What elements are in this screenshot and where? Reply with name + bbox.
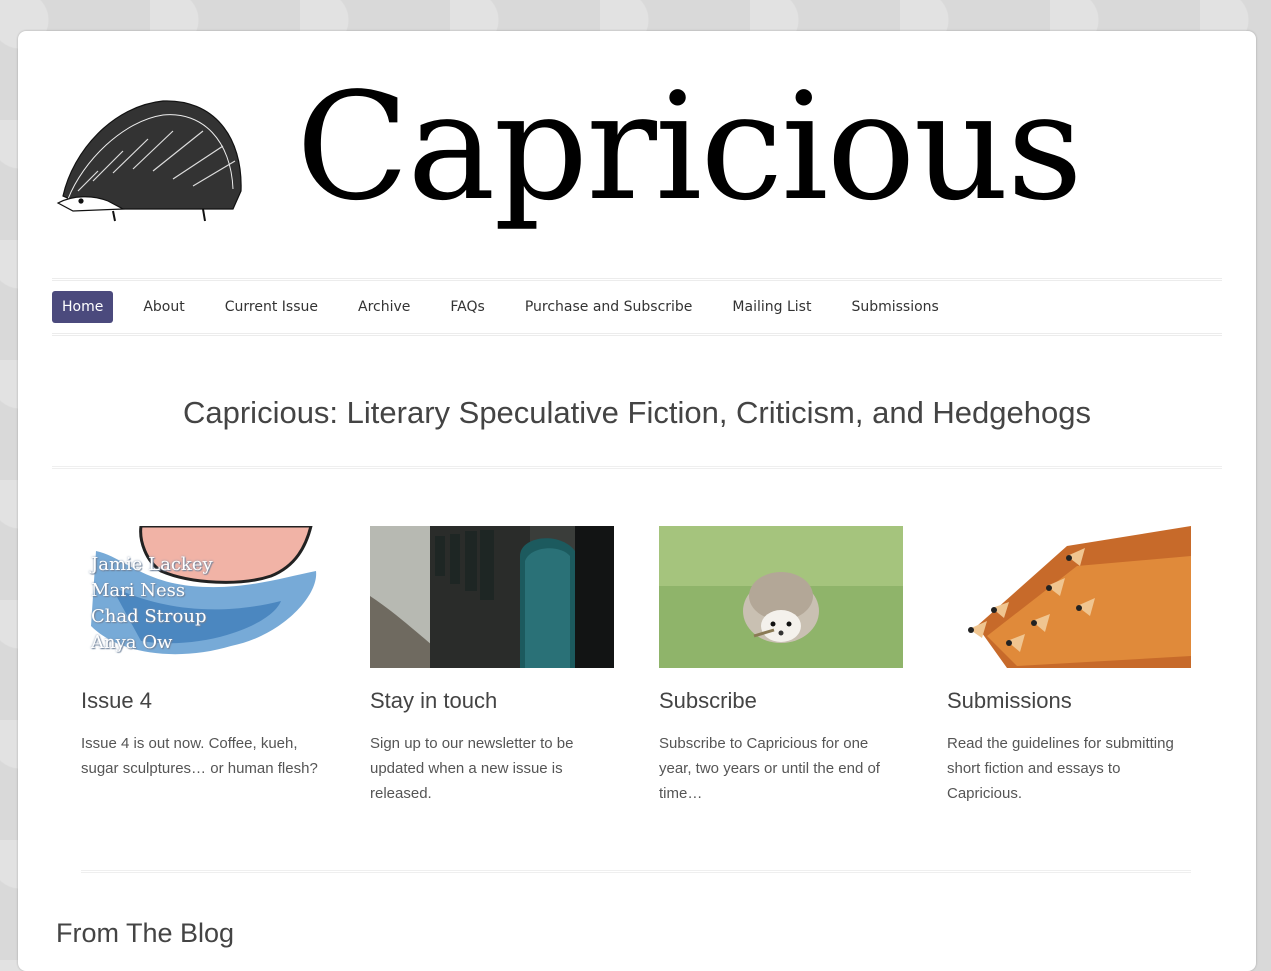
hedgehog-photo-image[interactable] bbox=[659, 526, 903, 668]
card-text: Issue 4 is out now. Coffee, kueh, sugar … bbox=[81, 735, 318, 777]
card-text: Sign up to our newsletter to be updated … bbox=[370, 735, 574, 802]
page-container: Capricious Home About Current Issue Arch… bbox=[18, 31, 1256, 971]
nav-item-purchase-subscribe[interactable]: Purchase and Subscribe bbox=[505, 291, 713, 323]
contributor-name: Anya Ow bbox=[91, 632, 173, 653]
mailbox-image[interactable] bbox=[370, 526, 614, 668]
nav-item-home[interactable]: Home bbox=[52, 291, 114, 323]
site-tagline: Capricious: Literary Speculative Fiction… bbox=[182, 395, 1091, 430]
card-title[interactable]: Stay in touch bbox=[370, 688, 614, 714]
issue-cover-image[interactable]: Jamie Lackey Mari Ness Chad Stroup Anya … bbox=[81, 526, 325, 668]
card-subscribe: Subscribe Subscribe to Capricious for on… bbox=[659, 526, 903, 806]
divider bbox=[52, 466, 1222, 469]
blog-section-title: From The Blog bbox=[56, 918, 235, 948]
card-submissions: Submissions Read the guidelines for subm… bbox=[947, 526, 1191, 806]
card-stay-in-touch: Stay in touch Sign up to our newsletter … bbox=[370, 526, 614, 806]
nav-item-current-issue[interactable]: Current Issue bbox=[205, 291, 338, 323]
nav-item-faqs[interactable]: FAQs bbox=[430, 291, 504, 323]
hedgehog-logo-icon[interactable] bbox=[53, 91, 248, 226]
card-text: Read the guidelines for submitting short… bbox=[947, 735, 1174, 802]
contributor-name: Chad Stroup bbox=[91, 606, 207, 627]
nav-item-about[interactable]: About bbox=[123, 291, 204, 323]
card-title[interactable]: Issue 4 bbox=[81, 688, 325, 714]
site-title[interactable]: Capricious bbox=[296, 73, 1083, 221]
nav-item-archive[interactable]: Archive bbox=[338, 291, 430, 323]
nav-list: Home About Current Issue Archive FAQs Pu… bbox=[52, 281, 1222, 333]
main-navigation: Home About Current Issue Archive FAQs Pu… bbox=[52, 278, 1222, 336]
contributor-name: Jamie Lackey bbox=[91, 554, 213, 575]
divider bbox=[81, 870, 1191, 873]
pencils-image[interactable] bbox=[947, 526, 1191, 668]
nav-item-submissions[interactable]: Submissions bbox=[831, 291, 958, 323]
card-title[interactable]: Subscribe bbox=[659, 688, 903, 714]
contributor-name: Mari Ness bbox=[91, 580, 186, 601]
nav-item-mailing-list[interactable]: Mailing List bbox=[712, 291, 831, 323]
card-issue-4: Jamie Lackey Mari Ness Chad Stroup Anya … bbox=[81, 526, 325, 781]
issue-contributor-names: Jamie Lackey Mari Ness Chad Stroup Anya … bbox=[91, 552, 213, 656]
card-text: Subscribe to Capricious for one year, tw… bbox=[659, 735, 880, 802]
card-title[interactable]: Submissions bbox=[947, 688, 1191, 714]
